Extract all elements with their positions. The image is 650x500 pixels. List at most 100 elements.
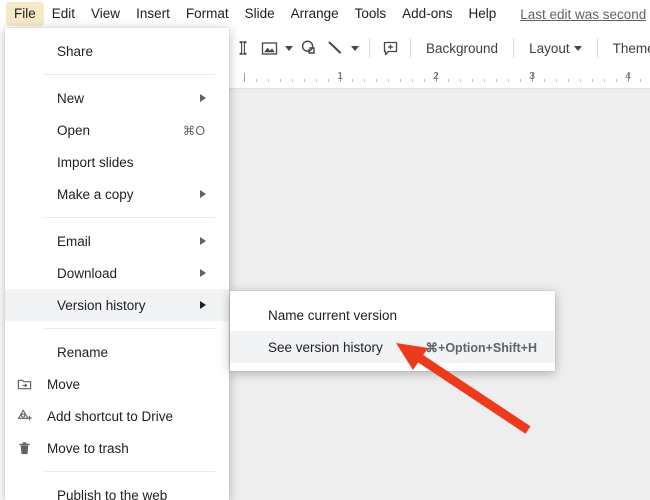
file-menu-item-rename[interactable]: Rename: [5, 336, 229, 368]
file-menu-item-download[interactable]: Download: [5, 257, 229, 289]
background-button[interactable]: Background: [418, 37, 506, 60]
ruler-tick: [316, 79, 317, 82]
file-menu-item-label: Share: [41, 44, 219, 59]
add-shortcut-drive-icon: [17, 408, 41, 424]
submenu-item-shortcut: ⌘+Option+Shift+H: [426, 340, 537, 355]
file-menu-item-version-history[interactable]: Version history: [5, 289, 229, 321]
ruler-tick: [352, 79, 353, 82]
ruler-number: 4: [625, 70, 631, 82]
submenu-item-see-version-history[interactable]: See version history ⌘+Option+Shift+H: [230, 331, 555, 363]
menu-item-file[interactable]: File: [6, 2, 44, 26]
ruler-tick: [328, 79, 329, 82]
ruler-tick: [280, 79, 281, 82]
ruler-tick: [580, 79, 581, 82]
toolbar-divider: [597, 38, 598, 58]
file-menu-item-label: Download: [41, 266, 200, 281]
menu-divider: [43, 217, 215, 218]
line-dropdown-icon[interactable]: [348, 35, 362, 61]
ruler-tick: [292, 79, 293, 82]
ruler-tick: [412, 79, 413, 82]
insert-image-icon[interactable]: [256, 35, 282, 61]
file-menu-item-move[interactable]: Move: [5, 368, 229, 400]
ruler-tick: [388, 79, 389, 82]
file-menu-item-label: Move: [41, 377, 219, 392]
submenu-item-name-current-version[interactable]: Name current version: [230, 299, 555, 331]
ruler-number: 3: [529, 70, 535, 82]
file-menu-item-shortcut: ⌘O: [183, 123, 219, 138]
menu-divider: [43, 74, 215, 75]
layout-button[interactable]: Layout: [521, 37, 590, 60]
ruler-tick: [256, 79, 257, 82]
submenu-item-label: See version history: [268, 340, 383, 355]
file-menu-item-publish-to-the-web[interactable]: Publish to the web: [5, 479, 229, 500]
ruler-tick: [304, 79, 305, 82]
menu-item-tools[interactable]: Tools: [347, 2, 395, 26]
ruler-tick: [640, 79, 641, 82]
background-button-label: Background: [426, 41, 498, 56]
ruler-tick: [484, 79, 485, 82]
file-menu-item-share[interactable]: Share: [5, 35, 229, 67]
ruler-tick: [424, 79, 425, 82]
last-edit-status[interactable]: Last edit was second: [520, 7, 646, 22]
ruler-tick: [364, 79, 365, 82]
file-menu-item-label: Email: [41, 234, 200, 249]
insert-image-dropdown-icon[interactable]: [282, 35, 296, 61]
menu-item-addons[interactable]: Add-ons: [394, 2, 460, 26]
toolbar-divider: [513, 38, 514, 58]
submenu-arrow-icon: [200, 94, 206, 102]
menu-item-help[interactable]: Help: [460, 2, 504, 26]
theme-button[interactable]: Theme: [605, 37, 650, 60]
ruler-tick: [592, 79, 593, 82]
submenu-arrow-icon: [200, 190, 206, 198]
ruler-tick: [568, 79, 569, 82]
version-history-submenu: Name current version See version history ⌘…: [230, 291, 555, 371]
file-menu-item-label: Open: [41, 123, 183, 138]
menu-item-format[interactable]: Format: [178, 2, 237, 26]
file-menu-item-label: Make a copy: [41, 187, 200, 202]
menu-item-view[interactable]: View: [83, 2, 128, 26]
file-menu-item-new[interactable]: New: [5, 82, 229, 114]
toolbar: Background Layout Theme Transi: [228, 28, 650, 68]
submenu-arrow-icon: [200, 269, 206, 277]
google-slides-window: File Edit View Insert Format Slide Arran…: [0, 0, 650, 500]
menu-item-edit[interactable]: Edit: [44, 2, 83, 26]
ruler-tick: [268, 79, 269, 82]
horizontal-ruler[interactable]: 1234: [228, 68, 650, 89]
ruler-tick: [604, 79, 605, 82]
ruler-number: 1: [337, 70, 343, 82]
file-menu-item-label: New: [41, 91, 200, 106]
ruler-tick: [556, 79, 557, 82]
trash-icon: [17, 441, 41, 456]
menu-item-slide[interactable]: Slide: [237, 2, 283, 26]
file-menu-item-move-to-trash[interactable]: Move to trash: [5, 432, 229, 464]
text-box-icon[interactable]: [230, 35, 256, 61]
ruler-tick: [376, 79, 377, 82]
file-menu-item-label: Move to trash: [41, 441, 219, 456]
file-menu-item-email[interactable]: Email: [5, 225, 229, 257]
file-menu-item-make-a-copy[interactable]: Make a copy: [5, 178, 229, 210]
line-icon[interactable]: [322, 35, 348, 61]
file-menu-item-import-slides[interactable]: Import slides: [5, 146, 229, 178]
toolbar-divider: [369, 38, 370, 58]
ruler-tick: [460, 79, 461, 82]
ruler-tick: [508, 79, 509, 82]
file-menu-item-label: Import slides: [41, 155, 219, 170]
menu-divider: [43, 328, 215, 329]
menu-bar: File Edit View Insert Format Slide Arran…: [0, 0, 650, 28]
file-dropdown-menu: Share New Open⌘O Import slides Make a copy Em…: [5, 28, 229, 500]
shape-icon[interactable]: [296, 35, 322, 61]
toolbar-divider: [410, 38, 411, 58]
move-folder-icon: [17, 377, 41, 392]
menu-item-arrange[interactable]: Arrange: [283, 2, 347, 26]
submenu-item-label: Name current version: [268, 308, 397, 323]
ruler-tick: [544, 79, 545, 82]
file-menu-item-label: Version history: [41, 298, 200, 313]
file-menu-item-open[interactable]: Open⌘O: [5, 114, 229, 146]
comment-icon[interactable]: [377, 35, 403, 61]
submenu-arrow-icon: [200, 301, 206, 309]
menu-item-insert[interactable]: Insert: [128, 2, 178, 26]
submenu-arrow-icon: [200, 237, 206, 245]
file-menu-item-add-shortcut-to-drive[interactable]: Add shortcut to Drive: [5, 400, 229, 432]
ruler-tick: [448, 79, 449, 82]
ruler-tick: [400, 79, 401, 82]
